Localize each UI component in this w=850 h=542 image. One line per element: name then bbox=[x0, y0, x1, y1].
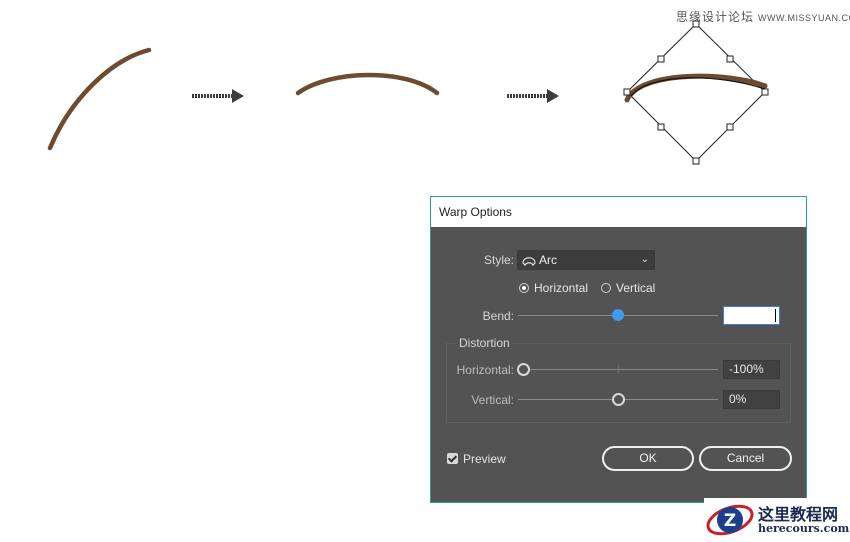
warp-options-dialog: Warp Options Style: Arc ⌄ Horizontal Ver… bbox=[430, 196, 807, 503]
center-tick bbox=[618, 365, 619, 373]
style-label: Style: bbox=[483, 253, 514, 267]
radio-selected-icon bbox=[519, 283, 529, 293]
arrow-icon-2 bbox=[507, 89, 559, 103]
arrow-icon-1 bbox=[192, 89, 244, 103]
preview-label: Preview bbox=[463, 452, 506, 466]
brand-watermark: Z 这里教程网 herecours.com bbox=[704, 498, 850, 542]
arc-stroke bbox=[295, 72, 440, 96]
distortion-title: Distortion bbox=[456, 336, 513, 350]
bend-value-input[interactable] bbox=[723, 306, 780, 325]
vertical-distortion-input[interactable]: 0% bbox=[723, 390, 780, 409]
bend-label: Bend: bbox=[482, 309, 514, 323]
radio-vertical-label: Vertical bbox=[616, 281, 656, 295]
preview-checkbox[interactable]: Preview bbox=[447, 452, 506, 466]
radio-vertical[interactable]: Vertical bbox=[601, 281, 655, 295]
checkmark-icon bbox=[447, 453, 458, 464]
dialog-title: Warp Options bbox=[431, 197, 806, 227]
brand-logo-letter: Z bbox=[724, 511, 736, 531]
vertical-distortion-thumb[interactable] bbox=[612, 393, 625, 406]
original-stroke bbox=[47, 47, 152, 151]
style-dropdown[interactable]: Arc ⌄ bbox=[517, 250, 655, 270]
brand-logo-icon: Z bbox=[706, 504, 754, 536]
distortion-horizontal-label: Horizontal: bbox=[456, 363, 514, 377]
arc-warp-icon bbox=[522, 256, 536, 266]
warp-envelope bbox=[623, 20, 769, 165]
vertical-distortion-value: 0% bbox=[729, 392, 747, 406]
style-value: Arc bbox=[539, 253, 557, 267]
text-caret bbox=[775, 309, 776, 322]
cancel-button[interactable]: Cancel bbox=[699, 446, 792, 471]
chevron-down-icon: ⌄ bbox=[640, 254, 649, 265]
distortion-vertical-label: Vertical: bbox=[471, 393, 514, 407]
warp-illustration bbox=[47, 20, 769, 165]
ok-button[interactable]: OK bbox=[602, 446, 694, 471]
horizontal-distortion-value: -100% bbox=[729, 362, 764, 376]
bend-slider-thumb[interactable] bbox=[612, 309, 624, 321]
radio-horizontal-label: Horizontal bbox=[534, 281, 589, 295]
brand-url: herecours.com bbox=[758, 522, 850, 535]
horizontal-distortion-input[interactable]: -100% bbox=[723, 360, 780, 379]
distortion-group bbox=[446, 343, 791, 423]
radio-unselected-icon bbox=[601, 283, 611, 293]
radio-horizontal[interactable]: Horizontal bbox=[519, 281, 588, 295]
horizontal-distortion-thumb[interactable] bbox=[517, 363, 530, 376]
